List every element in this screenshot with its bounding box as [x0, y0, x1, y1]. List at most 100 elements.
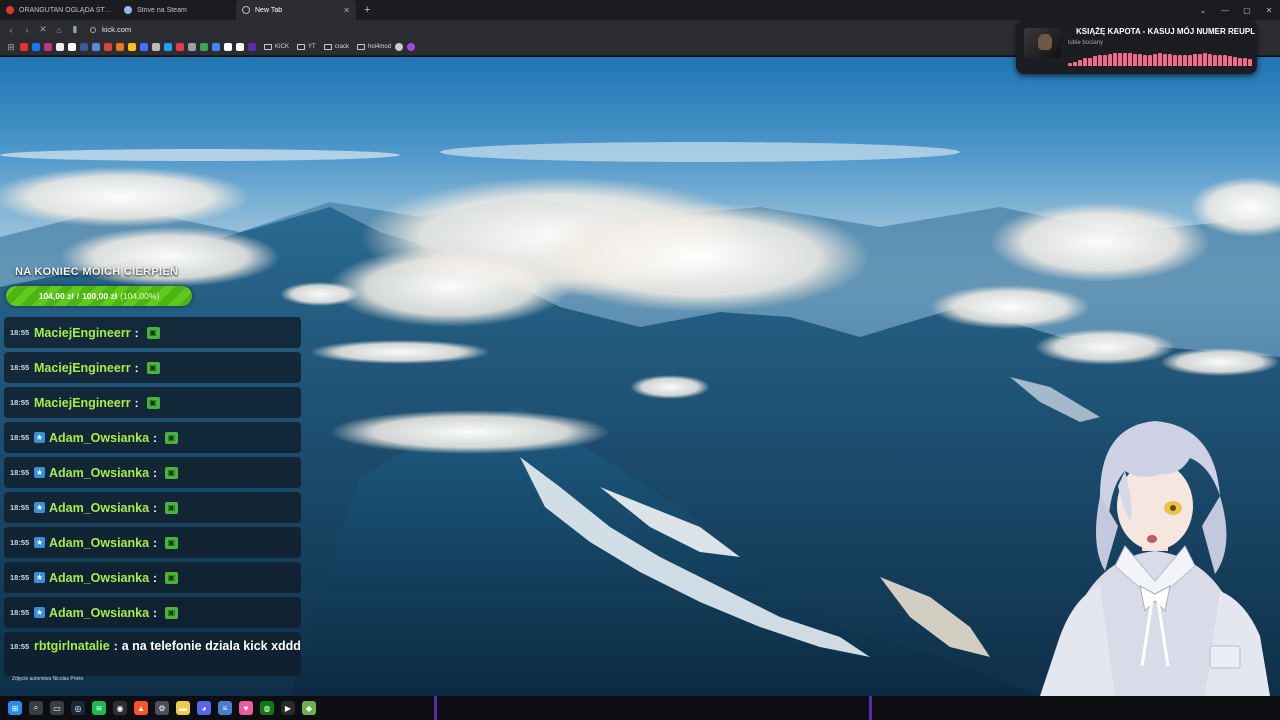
taskbar-divider — [434, 696, 437, 720]
chat-message: 18:55 rbtgirlnatalie: a na telefonie dzial… — [4, 632, 301, 676]
bookmark-favicon-icon[interactable] — [212, 43, 220, 51]
bookmark-folder-label: crack — [334, 44, 350, 50]
chat-timestamp: 18:55 — [10, 433, 30, 442]
spotify-icon[interactable]: ≋ — [92, 701, 106, 715]
bookmark-favicon-icon[interactable] — [224, 43, 232, 51]
bookmark-favicon-icon[interactable] — [395, 43, 404, 51]
bookmark-favicon-icon[interactable] — [176, 43, 184, 51]
bookmark-favicon-icon[interactable] — [32, 43, 40, 51]
visualizer-bar — [1188, 55, 1192, 66]
apps-grid-icon[interactable]: ⊞ — [6, 42, 16, 53]
chat-username[interactable]: Adam_Owsianka — [49, 606, 149, 620]
url-text[interactable]: kick.com — [102, 25, 131, 34]
goal-separator: / — [76, 291, 80, 301]
notepad-icon[interactable]: ≡ — [218, 701, 232, 715]
chat-username[interactable]: rbtgirlnatalie — [34, 637, 110, 656]
chat-username[interactable]: MaciejEngineerr — [34, 361, 131, 375]
visualizer-bar — [1148, 55, 1152, 66]
bookmark-favicon-icon[interactable] — [164, 43, 172, 51]
subscriber-badge-icon: ★ — [34, 502, 45, 513]
obs-icon[interactable]: ◉ — [113, 701, 127, 715]
goal-title: NA KONIEC MOICH CIERPIEŃ — [15, 266, 179, 278]
visualizer-bar — [1088, 58, 1092, 66]
chat-username[interactable]: Adam_Owsianka — [49, 571, 149, 585]
chat-message: 18:55 ★ Adam_Owsianka: ▣ — [4, 597, 301, 628]
bookmark-favicon-icon[interactable] — [44, 43, 52, 51]
bookmark-favicon-icon[interactable] — [20, 43, 28, 51]
close-tab-icon[interactable]: ✕ — [343, 6, 350, 15]
bookmark-favicon-icon[interactable] — [116, 43, 124, 51]
browser-tab-orangutan[interactable]: ORANGUTAN OGLĄDA STARCIE POL — [0, 0, 118, 20]
back-icon[interactable]: ‹ — [4, 25, 18, 35]
bookmark-icon[interactable]: ▮ — [68, 24, 82, 35]
taskbar-divider — [869, 696, 872, 720]
site-info-icon[interactable] — [90, 26, 96, 33]
visualizer-bar — [1083, 58, 1087, 66]
close-window-button[interactable]: ✕ — [1258, 6, 1280, 15]
loading-icon — [242, 6, 250, 14]
photo-credit: Zdjęcie autorstwa Nicolas Prieto — [12, 676, 84, 682]
chat-username[interactable]: MaciejEngineerr — [34, 396, 131, 410]
game-icon[interactable]: ◆ — [302, 701, 316, 715]
search-icon[interactable]: ⌕ — [29, 701, 43, 715]
task-view-icon[interactable]: ▭ — [50, 701, 64, 715]
tab-search-icon[interactable]: ⌄ — [1192, 6, 1214, 15]
minimize-button[interactable]: — — [1214, 6, 1236, 15]
windows-start-icon[interactable]: ⊞ — [8, 701, 22, 715]
bookmark-favicon-icon[interactable] — [188, 43, 196, 51]
bookmark-favicon-icon[interactable] — [128, 43, 136, 51]
chat-emote-icon: ▣ — [165, 536, 179, 549]
bookmark-favicon-icon[interactable] — [80, 43, 88, 51]
chat-username[interactable]: Adam_Owsianka — [49, 431, 149, 445]
browser-tab-new-tab[interactable]: New Tab ✕ — [236, 0, 356, 20]
bookmark-favicon-icon[interactable] — [236, 43, 244, 51]
xbox-icon[interactable]: ◍ — [260, 701, 274, 715]
chat-username[interactable]: Adam_Owsianka — [49, 501, 149, 515]
bookmark-favicon-icon[interactable] — [248, 43, 256, 51]
folder-icon — [323, 44, 332, 50]
bookmark-folder[interactable]: KICK — [264, 44, 289, 50]
bookmark-folder[interactable]: hoi4mod — [357, 44, 391, 50]
new-tab-button[interactable]: + — [356, 4, 378, 16]
forward-icon[interactable]: › — [20, 25, 34, 35]
tab-title: New Tab — [255, 6, 283, 14]
discord-icon[interactable]: ◕ — [197, 701, 211, 715]
brave-icon[interactable]: ▲ — [134, 701, 148, 715]
steam-icon[interactable]: ◎ — [71, 701, 85, 715]
bookmark-favicon-icon[interactable] — [68, 43, 76, 51]
chat-emote-icon: ▣ — [165, 501, 179, 514]
bookmark-favicon-icon[interactable] — [152, 43, 160, 51]
bookmark-favicon-icon[interactable] — [407, 43, 416, 51]
file-explorer-icon[interactable]: ▬ — [176, 701, 190, 715]
visualizer-bar — [1213, 55, 1217, 66]
maximize-button[interactable]: ▢ — [1236, 6, 1258, 15]
stop-loading-icon[interactable]: ✕ — [36, 24, 50, 35]
bookmark-folder[interactable]: YT — [297, 44, 316, 50]
bookmark-favicon-icon[interactable] — [56, 43, 64, 51]
terminal-icon[interactable]: ▶ — [281, 701, 295, 715]
chat-username[interactable]: Adam_Owsianka — [49, 466, 149, 480]
chat-username[interactable]: MaciejEngineerr — [34, 326, 131, 340]
visualizer-bar — [1133, 54, 1137, 66]
chat-emote-icon: ▣ — [146, 326, 160, 339]
chat-username[interactable]: Adam_Owsianka — [49, 536, 149, 550]
steam-icon — [124, 6, 132, 14]
bookmark-favicon-icon[interactable] — [104, 43, 112, 51]
goal-current: 104,00 zł — [38, 291, 74, 301]
bookmark-favicon-icon[interactable] — [140, 43, 148, 51]
visualizer-bar — [1243, 58, 1247, 66]
bookmark-folder[interactable]: crack — [323, 44, 350, 50]
chat-message: 18:55 MaciejEngineerr: ▣ — [4, 317, 301, 348]
bookmark-favicon-icon[interactable] — [200, 43, 208, 51]
visualizer-bar — [1118, 53, 1122, 66]
settings-icon[interactable]: ⚙ — [155, 701, 169, 715]
song-title: KSIĄŻĘ KAPOTA - KASUJ MÓJ NUMER REUPL — [1076, 27, 1256, 36]
paint-icon[interactable]: ♥ — [239, 701, 253, 715]
visualizer-bar — [1238, 58, 1242, 66]
visualizer-bar — [1113, 53, 1117, 66]
goal-percent: (104.00%) — [120, 291, 160, 301]
home-icon[interactable]: ⌂ — [52, 25, 66, 35]
bookmark-favicon-icon[interactable] — [92, 43, 100, 51]
browser-tab-strive[interactable]: Strive na Steam — [118, 0, 236, 20]
url-field[interactable]: kick.com — [90, 25, 131, 34]
